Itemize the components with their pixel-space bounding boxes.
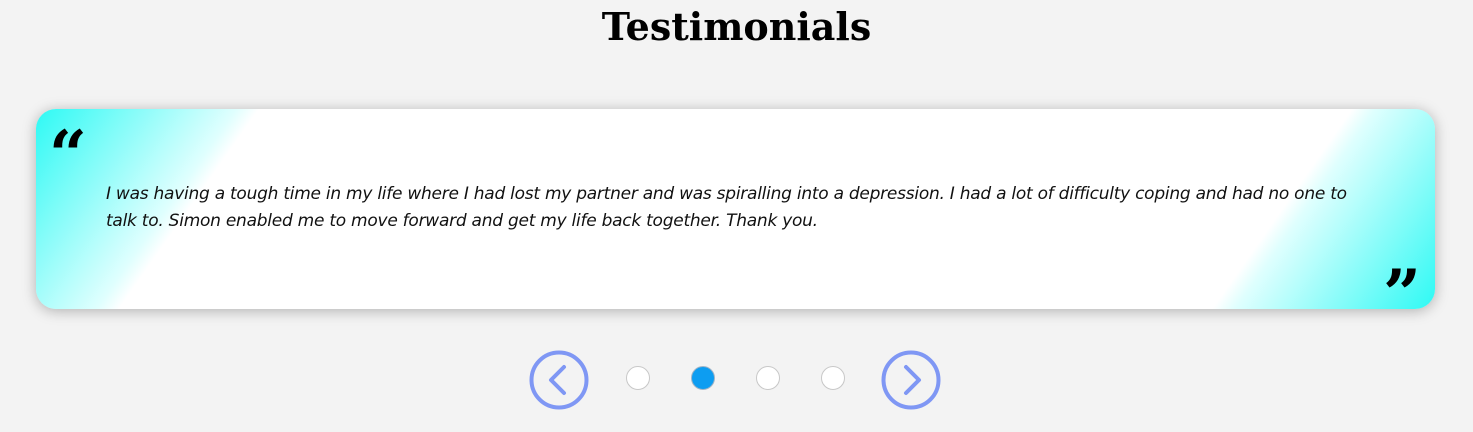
next-button[interactable] xyxy=(881,350,941,410)
carousel-dot-4[interactable] xyxy=(821,366,845,390)
close-quote-icon: ” xyxy=(1383,255,1421,333)
testimonial-card: “ I was having a tough time in my life w… xyxy=(36,109,1435,333)
carousel-dot-3[interactable] xyxy=(756,366,780,390)
open-quote-icon: “ xyxy=(49,116,87,194)
testimonial-text: I was having a tough time in my life whe… xyxy=(106,184,1347,231)
chevron-right-circle-icon xyxy=(881,350,941,410)
carousel-dot-2[interactable] xyxy=(691,366,715,390)
carousel-dot-1[interactable] xyxy=(626,366,650,390)
carousel-controls xyxy=(0,348,1473,412)
previous-button[interactable] xyxy=(529,350,589,410)
chevron-left-circle-icon xyxy=(529,350,589,410)
page-title: Testimonials xyxy=(601,4,872,49)
